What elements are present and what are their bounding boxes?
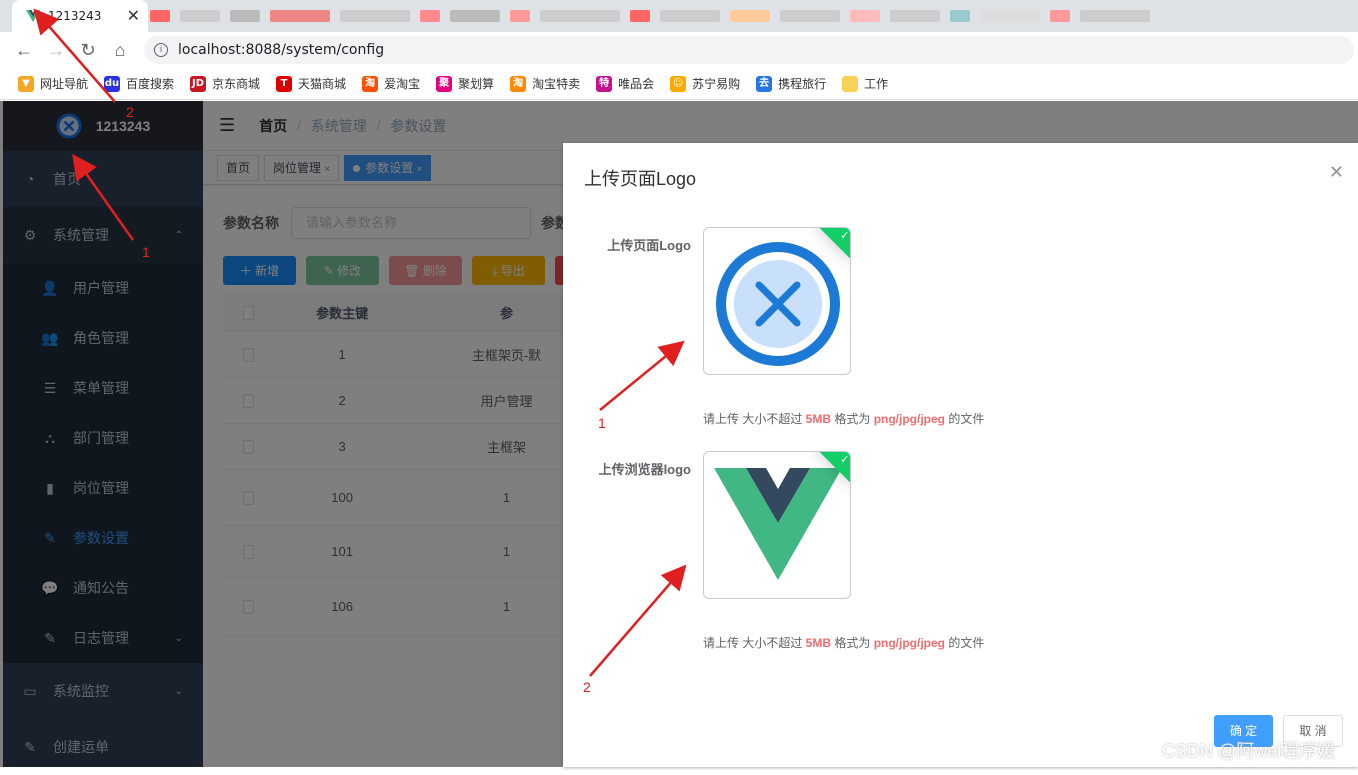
bookmark-item[interactable]: T 天猫商城 — [276, 75, 346, 92]
bookmark-icon: du — [104, 75, 121, 92]
dialog-close-icon[interactable]: ✕ — [1329, 162, 1344, 183]
bookmark-icon: ▼ — [18, 75, 34, 92]
bookmark-label: 苏宁易购 — [692, 77, 741, 91]
url-text: localhost:8088/system/config — [178, 42, 385, 58]
blurred-tabs — [150, 6, 1350, 26]
bookmark-item[interactable]: 工作 — [842, 75, 888, 92]
bookmark-icon: 去 — [756, 75, 773, 92]
bookmark-icon: 特 — [596, 75, 613, 92]
bookmark-label: 网址导航 — [40, 77, 89, 91]
browser-tab-active[interactable]: 1213243 ✕ — [12, 0, 148, 32]
uploaded-page-logo-image — [716, 242, 840, 366]
bookmark-item[interactable]: 淘爱淘宝 — [362, 75, 420, 92]
forward-arrow-icon[interactable]: → — [40, 40, 72, 61]
tab-close-icon[interactable]: ✕ — [127, 6, 140, 26]
bookmark-icon: 淘 — [510, 75, 527, 92]
bookmark-item[interactable]: JD 京东商城 — [190, 75, 260, 92]
vue-favicon-icon — [26, 10, 40, 22]
bookmark-icon: T — [276, 75, 293, 92]
bookmark-label: 工作 — [864, 77, 889, 91]
annotation-number: 1 — [598, 415, 606, 431]
bookmark-label: 淘宝特卖 — [532, 77, 581, 91]
annotation-number: 1 — [142, 244, 150, 260]
annotation-number: 2 — [126, 104, 134, 120]
dialog-title: 上传页面Logo — [584, 169, 697, 189]
browser-tab-title: 1213243 — [48, 9, 102, 23]
address-bar-row: ← → ↻ ⌂ i localhost:8088/system/config — [0, 32, 1358, 68]
bookmark-item[interactable]: 去携程旅行 — [756, 75, 826, 92]
bookmark-label: 京东商城 — [212, 77, 261, 91]
bookmark-item[interactable]: ☺ 苏宁易购 — [670, 75, 740, 92]
uploaded-vue-logo-image — [714, 468, 842, 580]
bookmark-label: 聚划算 — [458, 77, 495, 91]
bookmark-item[interactable]: 淘淘宝特卖 — [510, 75, 580, 92]
bookmark-label: 唯品会 — [618, 77, 655, 91]
page-logo-label: 上传页面Logo — [607, 238, 691, 253]
csdn-watermark: CSDN @阿wei程序媛 — [1162, 741, 1336, 761]
browser-logo-label: 上传浏览器logo — [598, 462, 691, 477]
bookmark-item[interactable]: 聚聚划算 — [436, 75, 494, 92]
bookmark-label: 天猫商城 — [298, 77, 347, 91]
back-arrow-icon[interactable]: ← — [8, 40, 40, 61]
upload-tip-1: 请上传 大小不超过 5MB 格式为 png/jpg/jpeg 的文件 — [703, 412, 985, 426]
reload-icon[interactable]: ↻ — [72, 40, 104, 61]
bookmark-icon — [842, 75, 859, 92]
bookmark-item[interactable]: 特唯品会 — [596, 75, 654, 92]
home-icon[interactable]: ⌂ — [104, 40, 136, 61]
annotation-number: 2 — [583, 679, 591, 695]
bookmark-item[interactable]: ▼ 网址导航 — [18, 75, 88, 92]
check-icon: ✓ — [840, 229, 850, 242]
bookmark-label: 百度搜索 — [126, 77, 175, 91]
bookmark-icon: 聚 — [436, 75, 453, 92]
bookmark-label: 爱淘宝 — [384, 77, 421, 91]
bookmark-item[interactable]: du 百度搜索 — [104, 75, 174, 92]
upload-tip-2: 请上传 大小不超过 5MB 格式为 png/jpg/jpeg 的文件 — [703, 636, 985, 650]
browser-tab-strip: 1213243 ✕ — [0, 0, 1358, 32]
bookmark-label: 携程旅行 — [778, 77, 827, 91]
bookmarks-bar: ▼ 网址导航 du 百度搜索 JD 京东商城 T 天猫商城淘爱淘宝聚聚划算淘淘宝特卖特唯品会 ☺… — [0, 68, 1358, 100]
browser-logo-uploader[interactable]: ✓ — [703, 451, 851, 599]
bookmark-icon: JD — [190, 75, 207, 92]
check-icon: ✓ — [840, 453, 850, 466]
bookmark-icon: ☺ — [670, 75, 687, 92]
upload-logo-dialog: 上传页面Logo ✕ 上传页面Logo ✓ 请上传 大小不超过 5MB 格式为 … — [563, 143, 1358, 767]
page-logo-uploader[interactable]: ✓ — [703, 227, 851, 375]
site-info-icon[interactable]: i — [154, 43, 168, 57]
omnibox[interactable]: i localhost:8088/system/config — [144, 36, 1354, 64]
bookmark-icon: 淘 — [362, 75, 379, 92]
